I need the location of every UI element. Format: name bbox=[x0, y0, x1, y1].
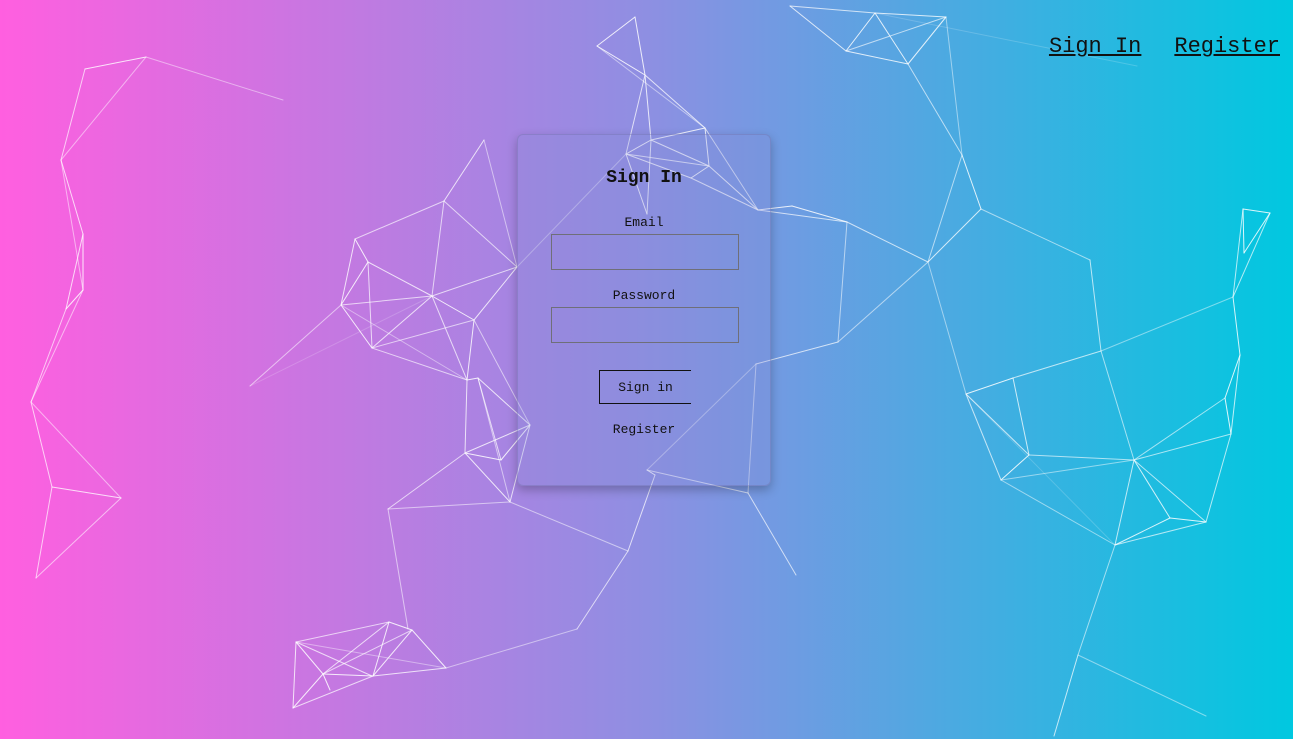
signin-card: Sign In Email Password Sign in Register bbox=[517, 134, 771, 486]
nav-register-link[interactable]: Register bbox=[1174, 34, 1280, 59]
email-label: Email bbox=[624, 215, 664, 230]
email-field[interactable] bbox=[551, 234, 739, 270]
top-nav: Sign In Register bbox=[1049, 34, 1280, 59]
password-field[interactable] bbox=[551, 307, 739, 343]
signin-button[interactable]: Sign in bbox=[599, 370, 691, 404]
nav-signin-link[interactable]: Sign In bbox=[1049, 34, 1141, 59]
password-label: Password bbox=[612, 288, 676, 303]
register-link[interactable]: Register bbox=[518, 422, 770, 437]
signin-title: Sign In bbox=[606, 168, 682, 188]
